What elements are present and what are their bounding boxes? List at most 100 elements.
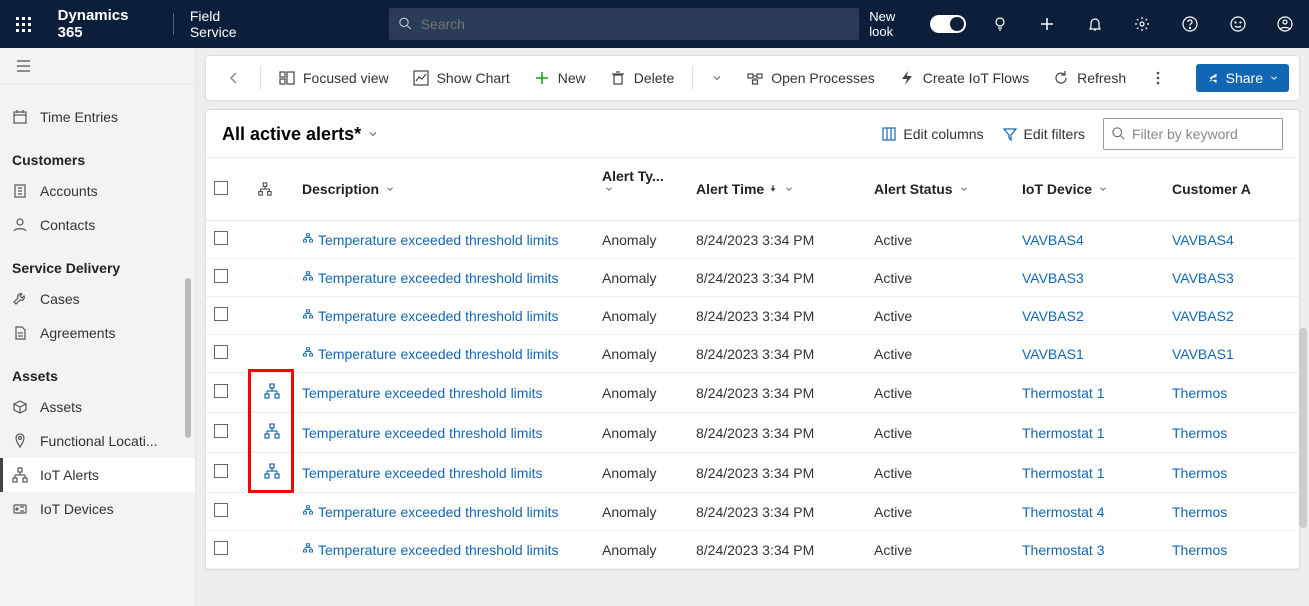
new-button[interactable]: New xyxy=(524,64,596,92)
sidebar-item-time-entries[interactable]: Time Entries xyxy=(0,100,195,134)
col-alert-type[interactable]: Alert Ty... xyxy=(594,158,688,221)
back-button[interactable] xyxy=(216,64,252,92)
delete-split[interactable] xyxy=(701,66,733,90)
cell-description[interactable]: Temperature exceeded threshold limits xyxy=(294,373,594,413)
row-checkbox[interactable] xyxy=(206,373,250,413)
cell-customer-asset[interactable]: Thermos xyxy=(1164,453,1299,493)
row-checkbox[interactable] xyxy=(206,259,250,297)
col-iot-device[interactable]: IoT Device xyxy=(1014,158,1164,221)
table-row[interactable]: Temperature exceeded threshold limits An… xyxy=(206,259,1299,297)
hierarchy-icon[interactable] xyxy=(264,423,280,439)
hierarchy-icon[interactable] xyxy=(264,383,280,399)
cell-customer-asset[interactable]: VAVBAS4 xyxy=(1164,221,1299,259)
table-row[interactable]: Temperature exceeded threshold limits An… xyxy=(206,373,1299,413)
cell-iot-device[interactable]: Thermostat 1 xyxy=(1014,373,1164,413)
cell-customer-asset[interactable]: VAVBAS1 xyxy=(1164,335,1299,373)
cell-description[interactable]: Temperature exceeded threshold limits xyxy=(294,413,594,453)
sidebar-item-iot-devices[interactable]: IoT Devices xyxy=(0,492,195,526)
cell-iot-device[interactable]: VAVBAS1 xyxy=(1014,335,1164,373)
cell-description[interactable]: Temperature exceeded threshold limits xyxy=(294,259,594,297)
sidebar-scrollbar[interactable] xyxy=(185,98,191,596)
select-all-header[interactable] xyxy=(206,158,250,221)
table-row[interactable]: Temperature exceeded threshold limits An… xyxy=(206,413,1299,453)
table-row[interactable]: Temperature exceeded threshold limits An… xyxy=(206,531,1299,569)
cell-description[interactable]: Temperature exceeded threshold limits xyxy=(294,297,594,335)
search-input[interactable] xyxy=(421,16,850,32)
row-hierarchy[interactable] xyxy=(250,335,294,373)
cell-iot-device[interactable]: VAVBAS3 xyxy=(1014,259,1164,297)
row-hierarchy[interactable] xyxy=(250,259,294,297)
cell-iot-device[interactable]: Thermostat 3 xyxy=(1014,531,1164,569)
filter-keyword-input[interactable]: Filter by keyword xyxy=(1103,118,1283,150)
cell-customer-asset[interactable]: Thermos xyxy=(1164,531,1299,569)
row-checkbox[interactable] xyxy=(206,221,250,259)
sidebar-item-accounts[interactable]: Accounts xyxy=(0,174,195,208)
row-checkbox[interactable] xyxy=(206,335,250,373)
col-description[interactable]: Description xyxy=(294,158,594,221)
add-icon[interactable] xyxy=(1023,0,1071,48)
share-button[interactable]: Share xyxy=(1196,64,1289,92)
row-checkbox[interactable] xyxy=(206,493,250,531)
sidebar-item-iot-alerts[interactable]: IoT Alerts xyxy=(0,458,195,492)
app-launcher[interactable] xyxy=(0,17,48,32)
sidebar-item-agreements[interactable]: Agreements xyxy=(0,316,195,350)
more-commands[interactable] xyxy=(1140,64,1176,92)
hierarchy-icon[interactable] xyxy=(264,463,280,479)
cell-customer-asset[interactable]: Thermos xyxy=(1164,493,1299,531)
cell-iot-device[interactable]: Thermostat 1 xyxy=(1014,453,1164,493)
account-icon[interactable] xyxy=(1261,0,1309,48)
row-hierarchy[interactable] xyxy=(250,373,294,413)
row-hierarchy[interactable] xyxy=(250,413,294,453)
edit-filters-button[interactable]: Edit filters xyxy=(1002,126,1085,142)
grid-scrollbar[interactable] xyxy=(1299,328,1307,528)
help-icon[interactable] xyxy=(1166,0,1214,48)
sidebar-item[interactable] xyxy=(0,84,195,100)
hierarchy-header[interactable] xyxy=(250,158,294,221)
sidebar-toggle[interactable] xyxy=(0,48,195,84)
col-alert-time[interactable]: Alert Time xyxy=(688,158,858,221)
cell-description[interactable]: Temperature exceeded threshold limits xyxy=(294,493,594,531)
cell-description[interactable]: Temperature exceeded threshold limits xyxy=(294,531,594,569)
create-iot-flows-button[interactable]: Create IoT Flows xyxy=(889,64,1039,92)
scrollbar-thumb[interactable] xyxy=(185,278,191,438)
col-alert-status[interactable]: Alert Status xyxy=(858,158,1014,221)
cell-customer-asset[interactable]: VAVBAS2 xyxy=(1164,297,1299,335)
table-row[interactable]: Temperature exceeded threshold limits An… xyxy=(206,297,1299,335)
row-hierarchy[interactable] xyxy=(250,297,294,335)
lightbulb-icon[interactable] xyxy=(976,0,1024,48)
row-checkbox[interactable] xyxy=(206,297,250,335)
cell-customer-asset[interactable]: VAVBAS3 xyxy=(1164,259,1299,297)
table-row[interactable]: Temperature exceeded threshold limits An… xyxy=(206,453,1299,493)
global-search[interactable] xyxy=(389,8,859,40)
toggle-switch[interactable] xyxy=(930,15,966,33)
feedback-icon[interactable] xyxy=(1214,0,1262,48)
cell-iot-device[interactable]: VAVBAS2 xyxy=(1014,297,1164,335)
settings-icon[interactable] xyxy=(1119,0,1167,48)
cell-iot-device[interactable]: Thermostat 1 xyxy=(1014,413,1164,453)
row-hierarchy[interactable] xyxy=(250,531,294,569)
sidebar-item-cases[interactable]: Cases xyxy=(0,282,195,316)
open-processes-button[interactable]: Open Processes xyxy=(737,64,885,92)
col-customer-asset[interactable]: Customer A xyxy=(1164,158,1299,221)
cell-description[interactable]: Temperature exceeded threshold limits xyxy=(294,335,594,373)
sidebar-item-functional-locati-[interactable]: Functional Locati... xyxy=(0,424,195,458)
row-hierarchy[interactable] xyxy=(250,453,294,493)
row-hierarchy[interactable] xyxy=(250,493,294,531)
sidebar-item-assets[interactable]: Assets xyxy=(0,390,195,424)
row-checkbox[interactable] xyxy=(206,531,250,569)
focused-view-button[interactable]: Focused view xyxy=(269,64,399,92)
refresh-button[interactable]: Refresh xyxy=(1043,64,1136,92)
app-area[interactable]: Field Service xyxy=(180,8,280,40)
notifications-icon[interactable] xyxy=(1071,0,1119,48)
cell-customer-asset[interactable]: Thermos xyxy=(1164,413,1299,453)
cell-iot-device[interactable]: Thermostat 4 xyxy=(1014,493,1164,531)
table-row[interactable]: Temperature exceeded threshold limits An… xyxy=(206,493,1299,531)
row-checkbox[interactable] xyxy=(206,453,250,493)
new-look-toggle[interactable]: New look xyxy=(859,9,976,39)
table-row[interactable]: Temperature exceeded threshold limits An… xyxy=(206,221,1299,259)
cell-description[interactable]: Temperature exceeded threshold limits xyxy=(294,453,594,493)
cell-customer-asset[interactable]: Thermos xyxy=(1164,373,1299,413)
show-chart-button[interactable]: Show Chart xyxy=(403,64,520,92)
cell-iot-device[interactable]: VAVBAS4 xyxy=(1014,221,1164,259)
edit-columns-button[interactable]: Edit columns xyxy=(881,126,983,142)
